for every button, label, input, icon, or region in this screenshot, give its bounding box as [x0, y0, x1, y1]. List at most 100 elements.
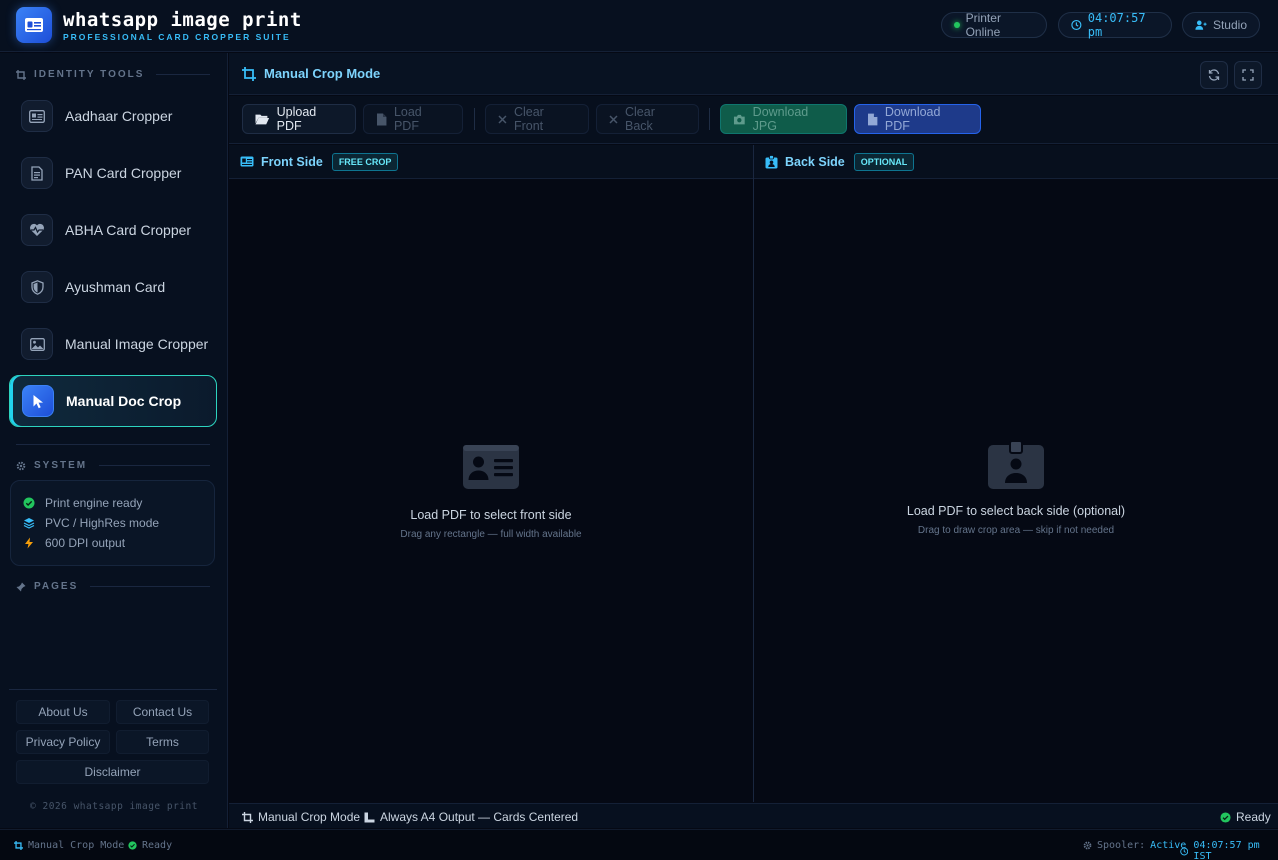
refresh-icon	[1208, 69, 1220, 81]
download-jpg-button[interactable]: Download JPG	[720, 104, 847, 134]
gear-icon	[16, 461, 26, 470]
mode-title-label: Manual Crop Mode	[264, 66, 381, 81]
toolbar-separator	[474, 108, 475, 130]
fullscreen-button[interactable]	[1234, 61, 1262, 89]
gear-icon	[1083, 841, 1092, 850]
folder-open-icon	[255, 114, 270, 125]
button-label: Download JPG	[752, 105, 809, 133]
back-empty-hint: Drag to draw crop area — skip if not nee…	[917, 525, 1115, 536]
mode-title: Manual Crop Mode	[242, 66, 380, 81]
check-circle-icon	[128, 841, 137, 850]
id-badge-icon	[765, 154, 778, 168]
clock-icon	[1071, 19, 1082, 31]
sidebar-item-aadhaar-cropper[interactable]: Aadhaar Cropper	[9, 90, 217, 142]
sidebar-item-label: PAN Card Cropper	[65, 165, 182, 181]
clock-pill: 04:07:57 pm	[1058, 11, 1172, 39]
back-side-title: Back Side	[785, 154, 845, 169]
check-circle-icon	[1220, 811, 1231, 823]
button-label: Clear Back	[624, 105, 655, 133]
user-menu-button[interactable]: Studio	[1182, 12, 1260, 38]
clock-icon	[1180, 847, 1189, 855]
camera-icon	[733, 114, 745, 124]
terms-link[interactable]: Terms	[116, 730, 209, 754]
check-circle-icon	[23, 497, 35, 509]
footer-spooler: Spooler: Active	[1083, 840, 1186, 851]
expand-icon	[1242, 69, 1254, 81]
status-output-label: Always A4 Output — Cards Centered	[380, 810, 579, 824]
toolbar-separator	[709, 108, 710, 130]
footer-bar: Manual Crop Mode Ready Spooler: Active 0…	[0, 829, 1278, 860]
app-subtitle: PROFESSIONAL CARD CROPPER SUITE	[63, 32, 291, 42]
system-row: PVC / HighRes mode	[23, 513, 202, 533]
button-label: Load PDF	[393, 105, 422, 133]
image-icon	[21, 328, 53, 360]
close-icon	[498, 114, 507, 124]
divider	[16, 444, 210, 445]
front-empty-message: Load PDF to select front side	[410, 508, 572, 522]
button-label: Upload PDF	[276, 105, 317, 133]
sidebar-item-label: Manual Doc Crop	[66, 393, 182, 409]
sidebar-item-label: Ayushman Card	[65, 279, 166, 295]
identity-tools-heading: IDENTITY TOOLS	[16, 69, 210, 80]
footer-ready: Ready	[128, 840, 172, 851]
sidebar-item-manual-doc-crop[interactable]: Manual Doc Crop	[9, 375, 217, 427]
footer-spooler-label: Spooler:	[1097, 840, 1146, 851]
system-row-label: PVC / HighRes mode	[45, 516, 160, 530]
crop-icon	[242, 811, 253, 823]
front-side-title: Front Side	[261, 154, 323, 169]
file-pdf-icon	[867, 113, 878, 125]
load-pdf-button[interactable]: Load PDF	[363, 104, 463, 134]
button-label: Clear Front	[513, 105, 544, 133]
status-mode: Manual Crop Mode	[242, 810, 360, 824]
status-bar: Manual Crop Mode Always A4 Output — Card…	[229, 803, 1278, 828]
clear-back-button[interactable]: Clear Back	[596, 104, 699, 134]
disclaimer-link[interactable]: Disclaimer	[16, 760, 209, 784]
sidebar-item-manual-image-cropper[interactable]: Manual Image Cropper	[9, 318, 217, 370]
user-label: Studio	[1212, 18, 1247, 32]
cursor-icon	[22, 385, 54, 417]
sidebar-item-label: ABHA Card Cropper	[65, 222, 192, 238]
printer-status-pill[interactable]: Printer Online	[941, 11, 1047, 39]
heart-pulse-icon	[21, 214, 53, 246]
status-output: Always A4 Output — Cards Centered	[364, 810, 578, 824]
system-heading: SYSTEM	[16, 460, 210, 471]
divider	[9, 689, 217, 690]
privacy-policy-link[interactable]: Privacy Policy	[16, 730, 110, 754]
status-dot	[954, 22, 960, 28]
sidebar-item-pan-card-cropper[interactable]: PAN Card Cropper	[9, 147, 217, 199]
system-status-box: Print engine ready PVC / HighRes mode 60…	[10, 480, 215, 566]
bolt-icon	[25, 537, 33, 549]
system-row-label: Print engine ready	[45, 496, 143, 510]
about-us-link[interactable]: About Us	[16, 700, 110, 724]
refresh-button[interactable]	[1200, 61, 1228, 89]
clear-front-button[interactable]: Clear Front	[485, 104, 589, 134]
section-label: IDENTITY TOOLS	[34, 69, 145, 80]
footer-mode-label: Manual Crop Mode	[28, 840, 125, 851]
crop-icon	[242, 66, 256, 81]
divider	[90, 586, 210, 587]
contact-us-link[interactable]: Contact Us	[116, 700, 209, 724]
divider	[99, 465, 210, 466]
status-mode-label: Manual Crop Mode	[258, 810, 361, 824]
front-side-panel[interactable]: Front Side FREE CROP Load PDF to select …	[229, 145, 753, 802]
app-title: whatsapp image print	[63, 9, 302, 31]
clock-value: 04:07:57 pm	[1087, 11, 1146, 39]
footer-time: 04:07:57 pm IST	[1180, 840, 1278, 860]
front-empty-state: Load PDF to select front side Drag any r…	[229, 445, 753, 540]
app-logo	[16, 7, 52, 43]
user-icon	[1195, 20, 1207, 30]
footer-ready-label: Ready	[142, 840, 173, 851]
download-pdf-button[interactable]: Download PDF	[854, 104, 981, 134]
sidebar-item-abha-card-cropper[interactable]: ABHA Card Cropper	[9, 204, 217, 256]
sidebar-item-ayushman-card[interactable]: Ayushman Card	[9, 261, 217, 313]
sidebar-item-label: Manual Image Cropper	[65, 336, 209, 352]
printer-status-label: Printer Online	[965, 11, 1001, 39]
button-label: Download PDF	[884, 105, 941, 133]
back-panel-header: Back Side OPTIONAL	[754, 145, 1278, 179]
back-empty-message: Load PDF to select back side (optional)	[906, 504, 1126, 518]
main-header: Manual Crop Mode	[229, 53, 1278, 95]
sidebar: IDENTITY TOOLS Aadhaar Cropper PAN Card …	[0, 53, 228, 828]
back-side-panel[interactable]: Back Side OPTIONAL Load PDF to select ba…	[754, 145, 1278, 802]
shield-icon	[21, 271, 53, 303]
upload-pdf-button[interactable]: Upload PDF	[242, 104, 356, 134]
